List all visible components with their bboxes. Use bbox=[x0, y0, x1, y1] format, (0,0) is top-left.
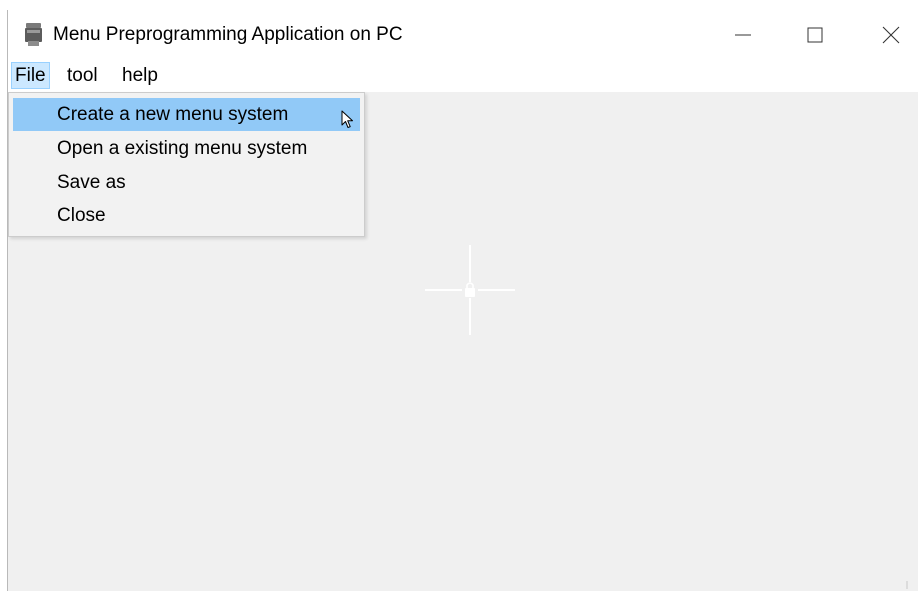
resize-grip[interactable] bbox=[906, 581, 908, 589]
menu-item-create-new[interactable]: Create a new menu system bbox=[13, 98, 360, 131]
crosshair-lock-icon bbox=[425, 245, 515, 335]
printer-app-icon bbox=[25, 23, 42, 46]
file-dropdown-menu: Create a new menu system Open a existing… bbox=[8, 92, 365, 237]
mouse-pointer-icon bbox=[341, 110, 353, 128]
menu-file[interactable]: File bbox=[11, 62, 50, 89]
menu-item-close[interactable]: Close bbox=[13, 199, 360, 232]
app-window: Menu Preprogramming Application on PC Fi… bbox=[7, 10, 918, 591]
menu-bar: File tool help bbox=[8, 60, 918, 92]
close-icon bbox=[882, 26, 900, 44]
menu-tool[interactable]: tool bbox=[63, 62, 102, 89]
window-title: Menu Preprogramming Application on PC bbox=[53, 24, 403, 45]
maximize-button[interactable] bbox=[780, 10, 850, 60]
minimize-button[interactable] bbox=[708, 10, 778, 60]
menu-item-open-existing[interactable]: Open a existing menu system bbox=[13, 132, 360, 165]
minimize-icon bbox=[735, 34, 751, 36]
menu-item-save-as[interactable]: Save as bbox=[13, 166, 360, 199]
title-bar[interactable]: Menu Preprogramming Application on PC bbox=[8, 10, 918, 60]
close-button[interactable] bbox=[856, 10, 918, 60]
menu-help[interactable]: help bbox=[118, 62, 162, 89]
maximize-icon bbox=[807, 27, 823, 43]
